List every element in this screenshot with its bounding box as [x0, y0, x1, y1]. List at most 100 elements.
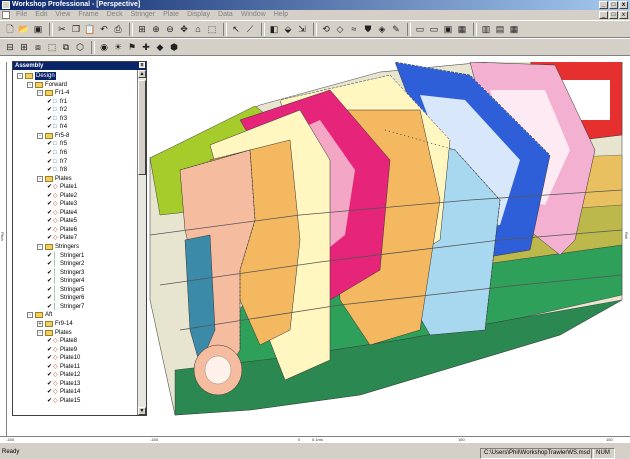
menu-file[interactable]: File [12, 10, 31, 20]
tree-row-plate[interactable]: ✔ ◇ Plate15 [47, 397, 80, 405]
tree-row-plate[interactable]: ✔ ◇ Plate14 [47, 388, 80, 396]
visibility-check-icon[interactable]: ✔ [47, 200, 52, 208]
tree-row-frame[interactable]: ✔ □ fr3 [47, 115, 67, 123]
home-view-icon[interactable]: ⌂ [192, 23, 204, 35]
menu-stringer[interactable]: Stringer [127, 10, 160, 20]
collapse-icon[interactable]: - [37, 132, 43, 139]
collapse-icon[interactable]: - [37, 90, 43, 97]
view-profile-icon[interactable]: ▭ [428, 23, 440, 35]
tree-row-plate[interactable]: ✔ ◇ Plate4 [47, 209, 77, 217]
tree-row-folder[interactable]: + Fr9-14 [37, 320, 73, 328]
visibility-check-icon[interactable]: ✔ [47, 98, 52, 106]
tree-row-plate[interactable]: ✔ ◇ Plate8 [47, 337, 77, 345]
tree-row-frame[interactable]: ✔ □ fr1 [47, 98, 67, 106]
visibility-check-icon[interactable]: ✔ [47, 337, 52, 345]
zoom-out-icon[interactable]: ⊖ [164, 23, 176, 35]
tree-row-frame[interactable]: ✔ □ fr7 [47, 158, 67, 166]
visibility-check-icon[interactable]: ✔ [47, 388, 52, 396]
close-button[interactable]: x [619, 1, 628, 9]
maximize-button[interactable]: □ [609, 1, 618, 9]
tree-row-folder[interactable]: - Fr5-8 [37, 132, 69, 140]
tree-row-folder[interactable]: - Stringers [37, 243, 79, 251]
select-tool-icon[interactable]: ◧ [268, 23, 280, 35]
visibility-check-icon[interactable]: ✔ [47, 346, 52, 354]
visibility-check-icon[interactable]: ✔ [47, 277, 52, 285]
tree-row-stringer[interactable]: ✔ │ Stringer1 [47, 252, 84, 260]
visibility-check-icon[interactable]: ✔ [47, 106, 52, 114]
mdi-restore-button[interactable]: □ [609, 11, 618, 19]
visibility-check-icon[interactable]: ✔ [47, 380, 52, 388]
tree-row-folder[interactable]: - Fr1-4 [37, 89, 69, 97]
tree-row-plate[interactable]: ✔ ◇ Plate5 [47, 217, 77, 225]
tree-row-frame[interactable]: ✔ □ fr8 [47, 166, 67, 174]
visibility-check-icon[interactable]: ✔ [47, 209, 52, 217]
menu-view[interactable]: View [51, 10, 74, 20]
zoom-in-icon[interactable]: ⊕ [150, 23, 162, 35]
visibility-check-icon[interactable]: ✔ [47, 294, 52, 302]
collapse-icon[interactable]: - [27, 312, 33, 319]
menu-data[interactable]: Data [214, 10, 237, 20]
wireframe-icon[interactable]: ⬡ [74, 41, 86, 53]
add-point-icon[interactable]: ✚ [140, 41, 152, 53]
plate-expand-icon[interactable]: ⧉ [60, 41, 72, 53]
view-plan-icon[interactable]: ▭ [414, 23, 426, 35]
plate-tool-icon[interactable]: ⬚ [46, 41, 58, 53]
stringer-tool-icon[interactable]: ⧈ [32, 41, 44, 53]
menu-plate[interactable]: Plate [159, 10, 183, 20]
mdi-close-button[interactable]: x [619, 11, 628, 19]
data-table-icon[interactable]: ▦ [508, 23, 520, 35]
tree-row-plate[interactable]: ✔ ◇ Plate13 [47, 380, 80, 388]
view-perspective-icon[interactable]: ▦ [456, 23, 468, 35]
menu-display[interactable]: Display [183, 10, 214, 20]
expand-icon[interactable]: + [37, 320, 43, 327]
scroll-thumb[interactable] [138, 80, 146, 175]
visibility-check-icon[interactable]: ✔ [47, 183, 52, 191]
tree-row-plate[interactable]: ✔ ◇ Plate12 [47, 371, 80, 379]
visibility-check-icon[interactable]: ✔ [47, 371, 52, 379]
visibility-check-icon[interactable]: ✔ [47, 252, 52, 260]
layers-icon[interactable]: ◈ [376, 23, 388, 35]
tree-row-plate[interactable]: ✔ ◇ Plate10 [47, 354, 80, 362]
visibility-check-icon[interactable]: ✔ [47, 140, 52, 148]
visibility-check-icon[interactable]: ✔ [47, 217, 52, 225]
tree-row-stringer[interactable]: ✔ │ Stringer6 [47, 294, 84, 302]
visibility-check-icon[interactable]: ✔ [47, 286, 52, 294]
zoom-extents-icon[interactable]: ⊞ [136, 23, 148, 35]
save-icon[interactable]: ▣ [32, 23, 44, 35]
pencil-icon[interactable]: ✎ [390, 23, 402, 35]
undo-icon[interactable]: ↶ [98, 23, 110, 35]
collapse-icon[interactable]: - [17, 73, 23, 79]
open-folder-icon[interactable]: 📂 [18, 23, 30, 35]
copy-icon[interactable]: ❐ [70, 23, 82, 35]
tree-row-frame[interactable]: ✔ □ fr6 [47, 149, 67, 157]
tree-row-plate[interactable]: ✔ ◇ Plate9 [47, 346, 77, 354]
tree-row-stringer[interactable]: ✔ │ Stringer5 [47, 286, 84, 294]
visibility-check-icon[interactable]: ✔ [47, 226, 52, 234]
tree-row-stringer[interactable]: ✔ │ Stringer4 [47, 277, 84, 285]
visibility-check-icon[interactable]: ✔ [47, 234, 52, 242]
pointer-icon[interactable]: ↖ [230, 23, 242, 35]
edit-points-icon[interactable]: ⬙ [282, 23, 294, 35]
grid-icon[interactable]: ▥ [480, 23, 492, 35]
assembly-close-button[interactable]: x [139, 62, 145, 68]
draw-line-icon[interactable]: ⟋ [244, 23, 256, 35]
tree-row-plate[interactable]: ✔ ◇ Plate2 [47, 192, 77, 200]
tree-row-folder[interactable]: - Forward [27, 81, 67, 89]
tree-row-frame[interactable]: ✔ □ fr5 [47, 140, 67, 148]
collapse-icon[interactable]: - [37, 329, 43, 336]
flag-icon[interactable]: ⚑ [126, 41, 138, 53]
tree-row-folder[interactable]: - Design [17, 72, 56, 80]
collapse-icon[interactable]: - [27, 81, 33, 88]
shape-icon[interactable]: ◇ [334, 23, 346, 35]
tree-row-plate[interactable]: ✔ ◇ Plate6 [47, 226, 77, 234]
table-icon[interactable]: ▤ [494, 23, 506, 35]
tree-row-stringer[interactable]: ✔ │ Stringer7 [47, 303, 84, 311]
light-icon[interactable]: ☀ [112, 41, 124, 53]
marker-icon[interactable]: ◆ [154, 41, 166, 53]
tree-row-frame[interactable]: ✔ □ fr2 [47, 106, 67, 114]
menu-edit[interactable]: Edit [31, 10, 51, 20]
tree-row-stringer[interactable]: ✔ │ Stringer3 [47, 269, 84, 277]
menu-frame[interactable]: Frame [74, 10, 102, 20]
zoom-window-icon[interactable]: ⬚ [206, 23, 218, 35]
tree-row-folder[interactable]: - Aft [27, 311, 52, 319]
